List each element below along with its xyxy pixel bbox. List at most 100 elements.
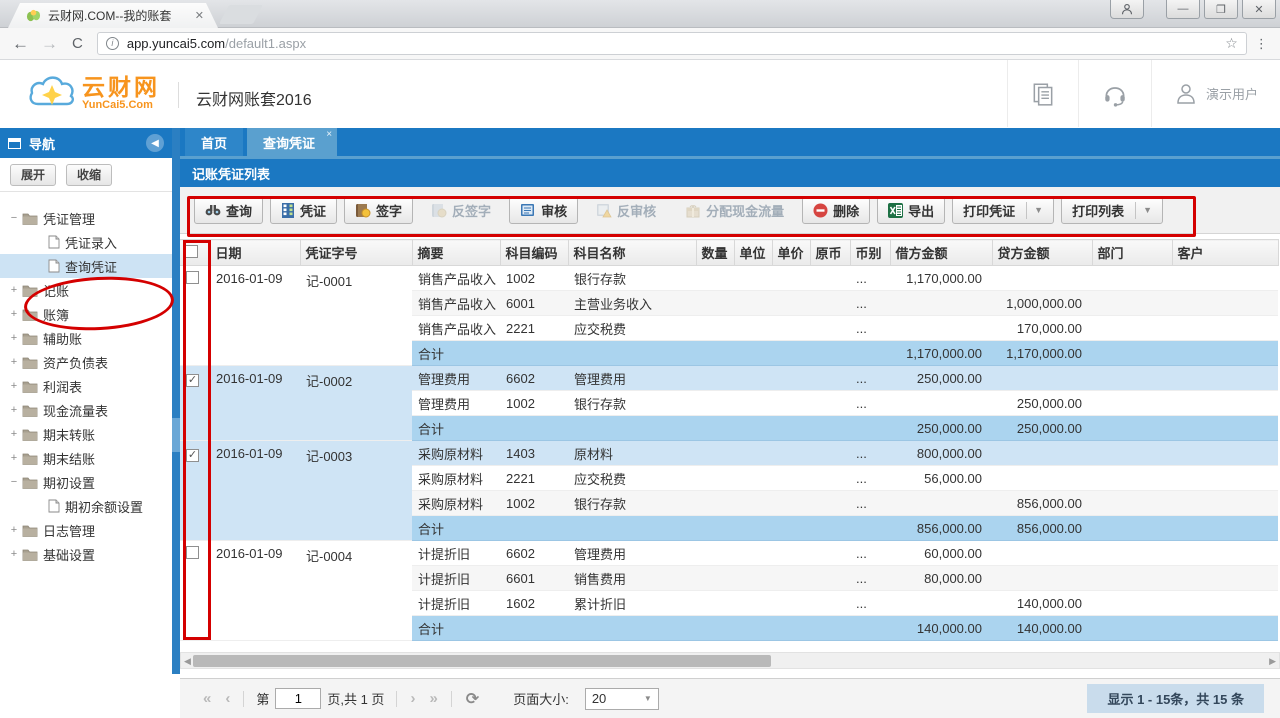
sidebar-item-cash-flow-statement[interactable]: + 现金流量表 [0, 398, 172, 422]
tab-home[interactable]: 首页 [185, 128, 243, 156]
row-checkbox[interactable] [186, 546, 199, 559]
bookmark-star-icon[interactable]: ☆ [1225, 35, 1238, 52]
column-header-check [180, 240, 210, 266]
support-button[interactable] [1078, 60, 1151, 127]
delete-button[interactable]: 删除 [802, 197, 870, 224]
leaf-icon [48, 235, 60, 249]
query-button[interactable]: 查询 [194, 197, 263, 224]
sidebar-item-label: 日志管理 [43, 521, 95, 540]
page-prefix-label: 第 [256, 689, 269, 708]
collapse-node-icon[interactable]: − [8, 212, 20, 224]
chevron-down-icon: ▼ [644, 694, 652, 703]
reload-icon[interactable]: C [72, 35, 83, 52]
back-icon[interactable]: ← [12, 34, 29, 54]
reports-button[interactable] [1007, 60, 1078, 127]
collapse-all-button[interactable]: 收缩 [66, 164, 112, 186]
dept-cell [1092, 366, 1172, 391]
sidebar-splitter[interactable] [172, 128, 180, 674]
row-checkbox[interactable]: ✓ [186, 449, 199, 462]
collapse-node-icon[interactable]: − [8, 476, 20, 488]
sidebar-item-account-books[interactable]: +账簿 [0, 302, 172, 326]
subtotal-label-cell: 合计 [412, 341, 500, 366]
expand-node-icon[interactable]: + [8, 284, 20, 296]
sidebar-item-period-end-closing[interactable]: +期末结账 [0, 446, 172, 470]
sidebar-item-label: 现金流量表 [43, 401, 108, 420]
refresh-icon[interactable]: ⟳ [466, 689, 479, 709]
sidebar-item-initial-setup[interactable]: −期初设置 [0, 470, 172, 494]
sidebar-item-basic-settings[interactable]: +基础设置 [0, 542, 172, 566]
select-all-checkbox[interactable] [185, 245, 198, 258]
orig-currency-cell [810, 541, 850, 566]
forward-icon[interactable]: → [41, 34, 58, 54]
unaudit-icon [596, 203, 612, 218]
app-logo[interactable]: 云财网 YunCai5.Com [28, 72, 160, 114]
sidebar-item-income-statement[interactable]: +利润表 [0, 374, 172, 398]
expand-node-icon[interactable]: + [8, 308, 20, 320]
sidebar-item-auxiliary-ledger[interactable]: + 辅助账 [0, 326, 172, 350]
tab-close-icon[interactable]: × [326, 129, 332, 140]
sidebar-item-period-end-transfer[interactable]: +期末转账 [0, 422, 172, 446]
scroll-left-icon[interactable]: ◀ [184, 656, 191, 667]
audit-button[interactable]: 审核 [509, 197, 578, 224]
sidebar-item-log-management[interactable]: + 日志管理 [0, 518, 172, 542]
print-voucher-button[interactable]: 打印凭证▼ [952, 197, 1054, 224]
splitter-handle-icon[interactable] [172, 418, 180, 452]
close-button[interactable]: ✕ [1242, 0, 1276, 19]
new-tab-button[interactable] [219, 5, 263, 24]
prev-page-icon[interactable]: ‹ [225, 690, 230, 707]
last-page-icon[interactable]: » [429, 690, 437, 707]
page-size-select[interactable]: 20 ▼ [585, 688, 659, 710]
print-list-button[interactable]: 打印列表▼ [1061, 197, 1163, 224]
debit-cell [890, 491, 992, 516]
browser-menu-icon[interactable]: ⋮ [1255, 36, 1268, 52]
scroll-right-icon[interactable]: ▶ [1269, 656, 1276, 667]
expand-node-icon[interactable]: + [8, 548, 20, 560]
minimize-button[interactable]: — [1166, 0, 1200, 19]
sign-button[interactable]: 签字 [344, 197, 413, 224]
sidebar-item-initial-balance-setup[interactable]: 期初余额设置 [0, 494, 172, 518]
voucher-button[interactable]: 凭证 [270, 197, 337, 224]
sidebar-item-voucher-entry[interactable]: 凭证录入 [0, 230, 172, 254]
expand-node-icon[interactable]: + [8, 332, 20, 344]
page-size-label: 页面大小: [513, 689, 569, 708]
expand-all-button[interactable]: 展开 [10, 164, 56, 186]
tab-query-voucher[interactable]: 查询凭证× [247, 128, 337, 156]
dept-cell [1092, 566, 1172, 591]
column-header-debit: 借方金额 [890, 240, 992, 266]
expand-node-icon[interactable]: + [8, 524, 20, 536]
page-number-input[interactable] [275, 688, 321, 709]
credit-cell: 250,000.00 [992, 391, 1092, 416]
button-label: 导出 [908, 201, 934, 220]
subtotal-debit-cell: 250,000.00 [890, 416, 992, 441]
next-page-icon[interactable]: › [410, 690, 415, 707]
sidebar-item-label: 辅助账 [43, 329, 82, 348]
account-code-cell [500, 516, 568, 541]
expand-node-icon[interactable]: + [8, 452, 20, 464]
export-button[interactable]: 导出 [877, 197, 945, 224]
restore-button[interactable]: ❐ [1204, 0, 1238, 19]
folder-icon [22, 404, 38, 417]
price-cell [772, 516, 810, 541]
address-bar[interactable]: i app.yuncai5.com /default1.aspx ☆ [97, 32, 1247, 55]
row-checkbox[interactable] [186, 271, 199, 284]
expand-node-icon[interactable]: + [8, 404, 20, 416]
folder-icon [22, 476, 38, 489]
first-page-icon[interactable]: « [203, 690, 211, 707]
user-menu[interactable]: 演示用户 [1151, 60, 1280, 127]
sidebar-item-query-voucher[interactable]: 查询凭证 [0, 254, 172, 278]
profile-icon[interactable] [1110, 0, 1144, 19]
horizontal-scrollbar[interactable]: ◀ ▶ [180, 652, 1280, 669]
scrollbar-thumb[interactable] [193, 655, 771, 667]
sidebar-item-balance-sheet[interactable]: +资产负债表 [0, 350, 172, 374]
expand-node-icon[interactable]: + [8, 380, 20, 392]
browser-tab[interactable]: 云财网.COM--我的账套 ✕ [8, 3, 218, 28]
expand-node-icon[interactable]: + [8, 356, 20, 368]
sidebar-item-voucher-management[interactable]: −凭证管理 [0, 206, 172, 230]
sidebar-collapse-icon[interactable]: ◀ [146, 134, 164, 152]
page-info-icon[interactable]: i [106, 37, 119, 50]
tab-close-icon[interactable]: ✕ [195, 9, 204, 22]
expand-node-icon[interactable]: + [8, 428, 20, 440]
account-code-cell: 2221 [500, 466, 568, 491]
row-checkbox[interactable]: ✓ [186, 374, 199, 387]
sidebar-item-bookkeeping[interactable]: +记账 [0, 278, 172, 302]
